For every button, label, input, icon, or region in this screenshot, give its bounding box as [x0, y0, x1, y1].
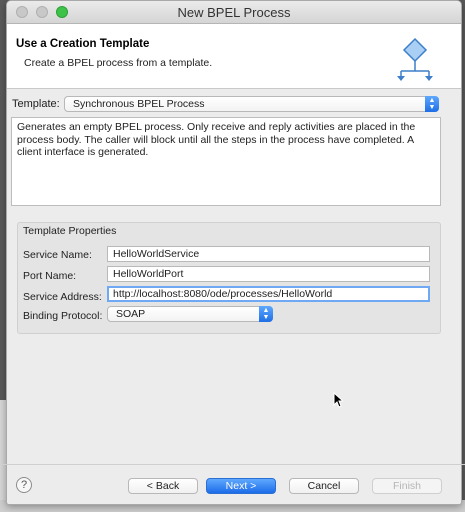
dropdown-arrows-icon[interactable]: ▲ ▼ — [259, 306, 273, 322]
service-address-field[interactable]: http://localhost:8080/ode/processes/Hell… — [107, 286, 430, 302]
binding-protocol-label: Binding Protocol: — [23, 310, 103, 322]
mouse-pointer-icon — [333, 392, 343, 408]
cancel-button[interactable]: Cancel — [289, 478, 359, 494]
template-select[interactable]: Synchronous BPEL Process ▲ ▼ — [64, 96, 439, 112]
service-address-label: Service Address: — [23, 291, 102, 303]
template-selected-value: Synchronous BPEL Process — [73, 98, 205, 110]
button-bar-separator — [0, 464, 465, 465]
port-name-field[interactable]: HelloWorldPort — [107, 266, 430, 282]
title-bar: New BPEL Process — [7, 1, 461, 24]
binding-protocol-select[interactable]: SOAP ▲ ▼ — [107, 306, 273, 322]
finish-button[interactable]: Finish — [372, 478, 442, 494]
page-title: Use a Creation Template — [16, 38, 150, 50]
next-button[interactable]: Next > — [206, 478, 276, 494]
dropdown-arrows-icon[interactable]: ▲ ▼ — [425, 96, 439, 112]
service-name-field[interactable]: HelloWorldService — [107, 246, 430, 262]
page-description: Create a BPEL process from a template. — [24, 57, 213, 69]
binding-protocol-value: SOAP — [116, 308, 146, 320]
template-properties-title: Template Properties — [23, 225, 117, 237]
help-icon[interactable]: ? — [16, 477, 32, 493]
port-name-label: Port Name: — [23, 270, 77, 282]
service-name-label: Service Name: — [23, 249, 92, 261]
wizard-diamond-icon — [397, 37, 433, 81]
back-button[interactable]: < Back — [128, 478, 198, 494]
template-description: Generates an empty BPEL process. Only re… — [11, 117, 441, 206]
template-label: Template: — [12, 98, 60, 110]
window-title: New BPEL Process — [177, 5, 291, 20]
wizard-header: Use a Creation Template Create a BPEL pr… — [7, 24, 461, 89]
